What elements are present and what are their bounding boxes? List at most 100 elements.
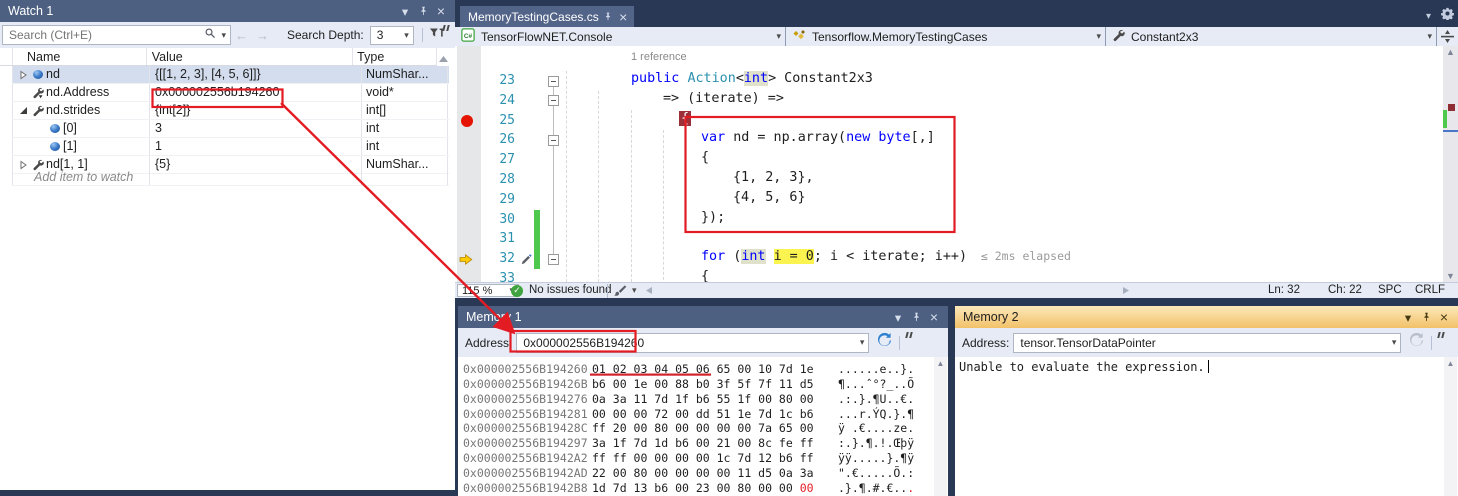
chevron-down-icon[interactable]: ▾: [628, 285, 641, 296]
scroll-up-icon[interactable]: ▲: [1443, 47, 1458, 57]
chevron-down-icon[interactable]: ▾: [1388, 337, 1401, 348]
scroll-up-icon[interactable]: [438, 50, 449, 68]
refresh-icon[interactable]: [877, 333, 892, 353]
code-editor[interactable]: 1 reference 23public Action<int> Constan…: [455, 46, 1443, 282]
collapse-region-button[interactable]: [548, 76, 559, 87]
line-number: 33: [481, 269, 515, 282]
close-icon[interactable]: ×: [926, 309, 942, 325]
memory1-title: Memory 1: [466, 310, 522, 324]
column-header-type[interactable]: Type: [353, 48, 437, 65]
editor-vertical-scrollbar[interactable]: ▲ ▼: [1443, 46, 1458, 282]
collapsed-expander-icon[interactable]: [17, 70, 30, 80]
close-icon[interactable]: ×: [433, 3, 449, 19]
column-header-name[interactable]: Name: [12, 48, 147, 65]
refresh-icon[interactable]: [1409, 333, 1424, 353]
scroll-up-icon[interactable]: ▲: [934, 359, 947, 368]
memory-address: 0x000002556B194297: [463, 436, 588, 451]
gear-icon[interactable]: [1441, 7, 1454, 25]
editor-bottom-bar: 115 % ▾ ✓ No issues found ▾ Ln: 32 Ch: 2…: [455, 282, 1458, 298]
breakpoint-margin[interactable]: [457, 46, 481, 282]
address-input[interactable]: [1014, 336, 1387, 350]
code-line: for (int i = 0; i < iterate; i++) ≤ 2ms …: [701, 249, 1071, 269]
status-spaces: SPC: [1378, 284, 1402, 296]
member-dropdown[interactable]: Constant2x3 ▾: [1106, 27, 1437, 46]
class-dropdown[interactable]: Tensorflow.MemoryTestingCases ▾: [786, 27, 1106, 46]
expanded-expander-icon[interactable]: [17, 106, 30, 115]
code-line: var nd = np.array(new byte[,]: [701, 130, 935, 150]
memory2-scrollbar[interactable]: ▲: [1444, 357, 1457, 496]
watch-row[interactable]: nd.strides{int[2]}int[]: [12, 102, 449, 120]
chevron-down-icon[interactable]: ▾: [1400, 309, 1416, 325]
search-depth-combo[interactable]: 3 ▾: [370, 26, 414, 45]
pin-icon[interactable]: [601, 10, 615, 24]
address-combo[interactable]: ▾: [1013, 333, 1401, 353]
memory-ascii: .:.}.¶U..€.: [838, 392, 914, 407]
chevron-down-icon[interactable]: ▾: [890, 309, 906, 325]
zoom-combo[interactable]: 115 % ▾: [457, 284, 519, 297]
watch-row[interactable]: [0]3int: [12, 120, 449, 138]
memory1-titlebar[interactable]: Memory 1 ▾ ×: [458, 306, 948, 328]
issues-check-icon[interactable]: ✓: [511, 284, 523, 297]
collapse-region-button[interactable]: [548, 254, 559, 265]
chevron-down-icon[interactable]: ▾: [397, 3, 413, 19]
pin-icon[interactable]: [1418, 309, 1434, 325]
chevron-down-icon[interactable]: ▾: [217, 30, 230, 41]
memory2-message: Unable to evaluate the expression.: [959, 360, 1209, 374]
search-input-box[interactable]: ▾: [2, 25, 231, 45]
code-line: {: [701, 269, 709, 282]
navigate-back-icon[interactable]: ←: [235, 28, 248, 43]
address-combo[interactable]: ▾: [516, 333, 869, 353]
breakpoint-icon[interactable]: [461, 115, 473, 127]
add-watch-row[interactable]: Add item to watch: [12, 168, 449, 186]
outlining-margin: [553, 81, 554, 259]
search-depth-label: Search Depth:: [287, 28, 364, 42]
memory-dump: 0x000002556B19426001 02 03 04 05 06 65 0…: [458, 357, 934, 496]
scrollbar-breakpoint-mark: [1448, 104, 1455, 111]
brush-icon[interactable]: [613, 284, 627, 301]
watch-row[interactable]: [1]1int: [12, 138, 449, 156]
toolbar-overflow-button[interactable]: [906, 332, 914, 340]
change-tracking-bar: [534, 210, 540, 269]
watch-row[interactable]: nd{[[1, 2, 3], [4, 5, 6]]}NumShar...: [12, 66, 449, 84]
watch-name-cell: [0]: [12, 120, 150, 137]
chevron-down-icon[interactable]: ▾: [1426, 11, 1431, 22]
tab-memorytestingcases[interactable]: MemoryTestingCases.cs ×: [460, 6, 634, 27]
watch-type-cell: NumShar...: [362, 66, 448, 83]
project-dropdown[interactable]: C# TensorFlowNET.Console ▾: [455, 27, 786, 46]
code-line: });: [701, 210, 725, 230]
ball-icon: [47, 142, 63, 151]
toolbar-overflow-button[interactable]: [443, 25, 451, 33]
watch-value-cell: 0x000002556b194260: [150, 84, 362, 101]
address-input[interactable]: [517, 336, 855, 350]
codelens-references[interactable]: 1 reference: [631, 51, 687, 63]
pin-icon[interactable]: [908, 309, 924, 325]
close-icon[interactable]: ×: [616, 10, 630, 24]
close-icon[interactable]: ×: [1436, 309, 1452, 325]
issues-status[interactable]: No issues found: [529, 284, 611, 296]
memory1-scrollbar[interactable]: ▲: [934, 357, 947, 496]
memory-address: 0x000002556B194260: [463, 362, 588, 377]
hscroll-left-icon[interactable]: [645, 286, 653, 298]
pin-icon[interactable]: [415, 3, 431, 19]
memory-hex-bytes: 1d 7d 13 b6 00 23 00 80 00 00 00: [592, 481, 814, 496]
search-icon[interactable]: [204, 27, 217, 43]
column-header-value[interactable]: Value: [147, 48, 353, 65]
watch-row[interactable]: nd.Address0x000002556b194260void*: [12, 84, 449, 102]
memory2-toolbar: Address: ▾: [955, 328, 1458, 357]
memory2-title: Memory 2: [963, 310, 1019, 324]
scroll-down-icon[interactable]: ▼: [1443, 271, 1458, 281]
toolbar-overflow-button[interactable]: [1438, 332, 1446, 340]
class-icon: [792, 29, 806, 44]
hscroll-right-icon[interactable]: [1122, 286, 1130, 298]
line-number: 24: [481, 91, 515, 111]
chevron-down-icon[interactable]: ▾: [856, 337, 869, 348]
navigate-forward-icon[interactable]: →: [256, 28, 269, 43]
scroll-up-icon[interactable]: ▲: [1444, 359, 1457, 368]
collapse-region-button[interactable]: [548, 95, 559, 106]
split-window-button[interactable]: [1437, 27, 1458, 46]
memory2-titlebar[interactable]: Memory 2 ▾ ×: [955, 306, 1458, 328]
watch-titlebar[interactable]: Watch 1 ▾ ×: [0, 0, 455, 22]
memory-hex-bytes: ff ff 00 00 00 00 1c 7d 12 b6 ff: [592, 451, 814, 466]
search-input[interactable]: [3, 28, 204, 42]
collapse-region-button[interactable]: [548, 135, 559, 146]
